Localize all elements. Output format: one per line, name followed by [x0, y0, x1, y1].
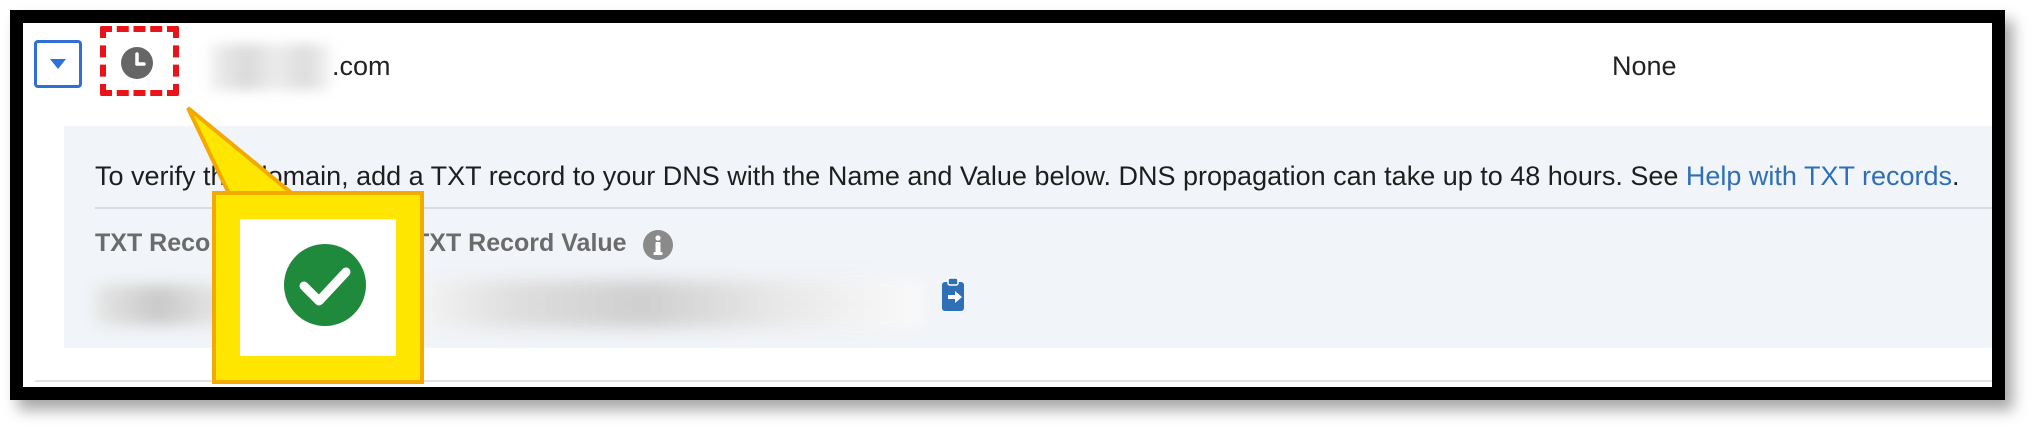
- info-icon[interactable]: [642, 229, 674, 261]
- instruction-text: To verify this domain, add a TXT record …: [95, 161, 1686, 191]
- domain-name-redacted: [210, 44, 330, 90]
- txt-record-value-redacted: [414, 280, 924, 328]
- check-circle-icon: [284, 244, 366, 326]
- row-separator: [35, 380, 1992, 382]
- txt-record-value-label: TXT Record Value: [414, 229, 627, 257]
- domain-suffix: .com: [332, 51, 391, 81]
- status-highlight: [100, 26, 179, 96]
- verification-instructions: To verify this domain, add a TXT record …: [95, 161, 1960, 192]
- instruction-period: .: [1952, 161, 1960, 191]
- chevron-down-icon: [50, 59, 66, 69]
- expand-row-button[interactable]: [34, 40, 82, 88]
- verification-status: None: [1612, 51, 1677, 81]
- help-txt-records-link[interactable]: Help with TXT records: [1686, 161, 1952, 191]
- copy-clipboard-icon[interactable]: [940, 277, 968, 313]
